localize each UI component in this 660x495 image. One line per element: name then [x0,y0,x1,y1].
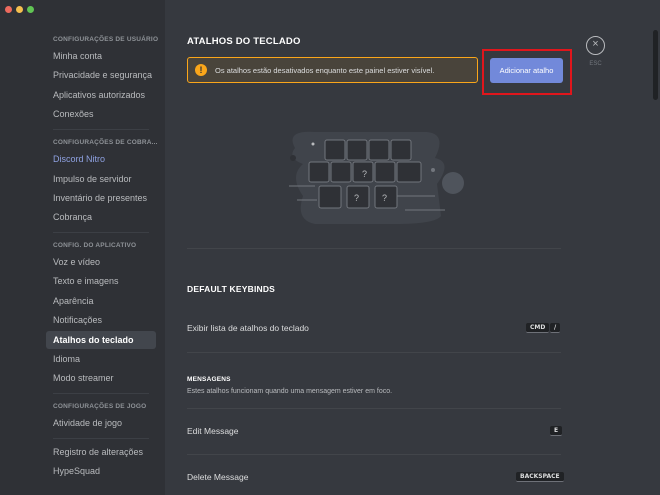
settings-sidebar: CONFIGURAÇÕES DE USUÁRIO Minha conta Pri… [0,0,165,495]
window-controls [5,6,34,13]
divider [187,248,561,249]
sidebar-item-game-activity[interactable]: Atividade de jogo [46,414,156,432]
sidebar-item-changelog[interactable]: Registro de alterações [46,443,156,461]
warning-icon: ! [195,64,207,76]
messages-header: MENSAGENS [187,376,231,383]
divider [187,454,561,455]
sidebar-item-appearance[interactable]: Aparência [46,292,156,310]
sidebar-item-streamer-mode[interactable]: Modo streamer [46,369,156,387]
section-header-billing: CONFIGURAÇÕES DE COBRA... [53,139,158,146]
maximize-window-button[interactable] [27,6,34,13]
edit-message-label: Edit Message [187,426,239,436]
sidebar-item-notifications[interactable]: Notificações [46,311,156,329]
sidebar-item-authorized-apps[interactable]: Aplicativos autorizados [46,86,156,104]
backspace-key: BACKSPACE [516,472,564,482]
minimize-window-button[interactable] [16,6,23,13]
section-header-app-settings: CONFIG. DO APLICATIVO [53,242,137,249]
question-mark: ? [354,193,359,203]
e-key: E [550,426,563,436]
keybinds-panel: ATALHOS DO TECLADO ! Os atalhos estão de… [165,0,660,495]
sidebar-item-privacy[interactable]: Privacidade e segurança [46,66,156,84]
sidebar-item-connections[interactable]: Conexões [46,105,156,123]
sidebar-item-language[interactable]: Idioma [46,350,156,368]
keyboard-illustration-icon: ? ? ? [289,131,464,224]
delete-message-label: Delete Message [187,472,249,482]
question-mark: ? [382,193,387,203]
slash-key: / [550,323,561,333]
sidebar-item-keybinds[interactable]: Atalhos do teclado [46,331,156,349]
sidebar-item-billing[interactable]: Cobrança [46,208,156,226]
esc-label: ESC [589,61,602,67]
sidebar-divider [53,393,149,394]
add-keybind-button[interactable]: Adicionar atalho [490,58,563,83]
sidebar-item-server-boost[interactable]: Impulso de servidor [46,170,156,188]
scrollbar[interactable] [653,30,658,100]
sidebar-divider [53,438,149,439]
close-window-button[interactable] [5,6,12,13]
sidebar-item-text-images[interactable]: Texto e imagens [46,272,156,290]
cmd-key: CMD [526,323,550,333]
sidebar-item-my-account[interactable]: Minha conta [46,47,156,65]
sidebar-item-voice-video[interactable]: Voz e vídeo [46,253,156,271]
keybinds-disabled-warning: ! Os atalhos estão desativados enquanto … [187,57,478,83]
section-header-user-settings: CONFIGURAÇÕES DE USUÁRIO [53,36,159,43]
default-keybinds-title: DEFAULT KEYBINDS [187,284,276,294]
sidebar-divider [53,129,149,130]
sidebar-divider [53,232,149,233]
close-icon[interactable]: × [586,36,605,55]
warning-text: Os atalhos estão desativados enquanto es… [215,65,435,75]
sidebar-item-hypesquad[interactable]: HypeSquad [46,462,156,480]
sidebar-item-nitro[interactable]: Discord Nitro [46,150,156,168]
divider [187,352,561,353]
page-title: ATALHOS DO TECLADO [187,36,301,47]
sidebar-item-gift-inventory[interactable]: Inventário de presentes [46,189,156,207]
section-header-game-settings: CONFIGURAÇÕES DE JOGO [53,403,147,410]
messages-description: Estes atalhos funcionam quando uma mensa… [187,388,393,395]
question-mark: ? [362,169,367,179]
divider [187,408,561,409]
keybind-toggle-label: Exibir lista de atalhos do teclado [187,323,309,333]
